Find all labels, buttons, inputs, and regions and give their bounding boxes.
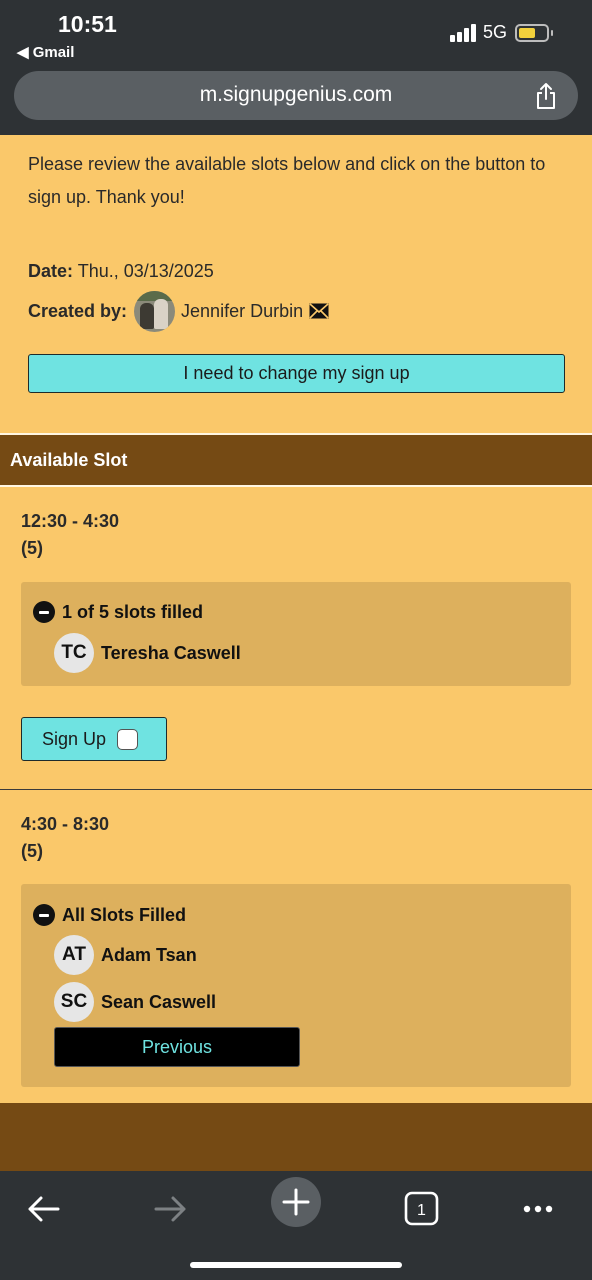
slot-time-range: 4:30 - 8:30 [21,814,110,834]
person-initials-avatar: AT [54,935,94,975]
sign-up-button[interactable]: Sign Up [21,717,167,761]
slot-time-range: 12:30 - 4:30 [21,511,120,531]
creator-label: Created by: [28,300,128,321]
more-options-icon[interactable] [514,1185,562,1233]
slot-2-time: 4:30 - 8:30 (5) [21,811,109,865]
date-value: Thu., 03/13/2025 [77,261,214,281]
home-indicator [190,1262,402,1268]
network-type: 5G [483,22,508,42]
collapse-icon[interactable] [33,601,55,623]
slot-capacity: (5) [21,538,43,558]
slot-capacity: (5) [21,841,43,861]
back-arrow-icon[interactable] [20,1185,68,1233]
status-time: 10:51 [58,11,117,37]
signed-up-person: SC Sean Caswell [54,982,216,1022]
slot-status-text: 1 of 5 slots filled [62,601,204,622]
back-to-app-link[interactable]: ◀ Gmail [17,43,74,61]
person-name: Sean Caswell [101,991,217,1012]
date-row: Date: Thu., 03/13/2025 [28,261,214,282]
sign-up-checkbox[interactable] [117,728,139,750]
person-name: Adam Tsan [101,944,197,965]
signed-up-person: AT Adam Tsan [54,935,197,975]
slot-status[interactable]: 1 of 5 slots filled [33,601,203,623]
cellular-signal-icon [450,24,476,42]
tabs-count-icon[interactable]: 1 [398,1185,446,1233]
top-chrome: 10:51 ◀ Gmail 5G m.signupgenius.com [0,0,592,135]
battery-cap [551,30,553,36]
section-header-title: Available Slot [10,450,128,470]
section-header: Available Slot [0,435,592,485]
slot-divider [0,789,592,790]
slot-2-box: All Slots Filled AT Adam Tsan SC Sean Ca… [21,884,571,1087]
date-label: Date: [28,261,74,281]
separator [0,485,592,487]
slot-status-text: All Slots Filled [62,904,187,925]
creator-name: Jennifer Durbin [181,300,304,321]
previous-button[interactable]: Previous [54,1027,300,1067]
creator-avatar [134,290,176,332]
signed-up-person: TC Teresha Caswell [54,633,241,673]
sign-up-label: Sign Up [42,728,107,749]
svg-text:1: 1 [417,1202,426,1219]
share-icon[interactable] [534,82,558,110]
person-name: Teresha Caswell [101,642,241,663]
change-signup-button[interactable]: I need to change my sign up [28,354,565,393]
slot-1-box: 1 of 5 slots filled TC Teresha Caswell [21,582,571,686]
forward-arrow-icon[interactable] [146,1185,194,1233]
slot-1-time: 12:30 - 4:30 (5) [21,508,119,562]
slot-status[interactable]: All Slots Filled [33,904,186,926]
intro-text: Please review the available slots below … [28,154,546,207]
battery-icon [515,24,549,42]
collapse-icon[interactable] [33,904,55,926]
creator-row: Created by: Jennifer Durbin [28,290,329,332]
new-tab-plus-icon[interactable] [271,1177,321,1227]
email-icon[interactable] [309,303,329,319]
person-initials-avatar: SC [54,982,94,1022]
browser-toolbar: 1 [0,1171,592,1280]
address-bar[interactable]: m.signupgenius.com [14,71,578,120]
footer-band [0,1103,592,1171]
person-initials-avatar: TC [54,633,94,673]
url-text[interactable]: m.signupgenius.com [14,83,578,107]
